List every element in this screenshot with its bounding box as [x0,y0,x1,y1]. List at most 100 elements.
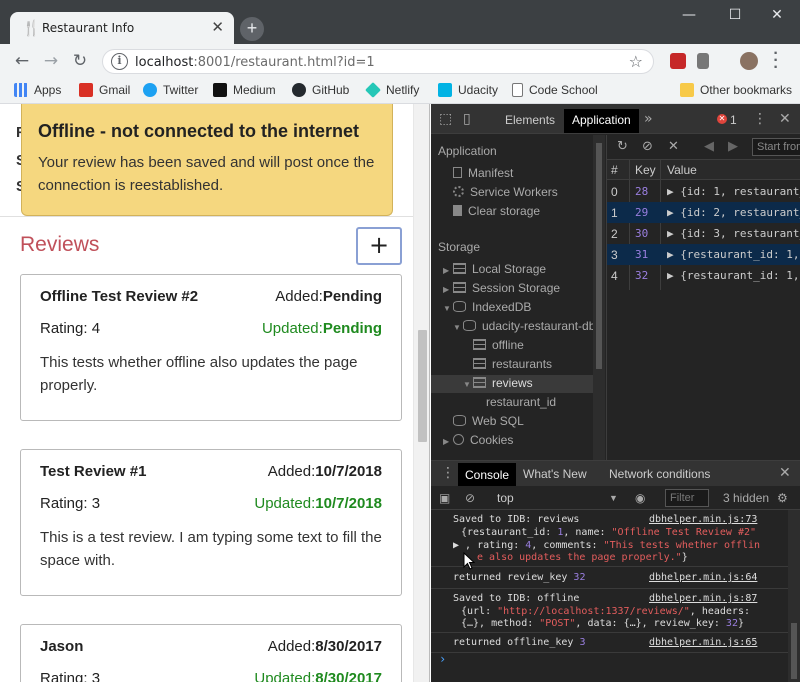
log-object-line[interactable]: {restaurant_id: 1, name: "Offline Test R… [461,527,756,538]
close-tab-icon[interactable]: ✕ [211,18,224,36]
log-message: returned review_key 32 [453,572,586,583]
bookmark-code-school[interactable]: Code School [512,83,598,97]
context-selector[interactable]: top [497,491,514,505]
log-source-link[interactable]: dbhelper.min.js:64 [649,572,757,583]
profile-avatar[interactable] [740,52,758,70]
sidebar-item-indexeddb[interactable]: ▼ IndexedDB [443,300,531,314]
bookmark-apps[interactable]: Apps [14,83,61,97]
log-entry: Saved to IDB: offline dbhelper.min.js:87… [431,589,788,633]
page-scrollbar[interactable] [413,104,429,682]
error-icon[interactable]: ✕ [717,114,727,124]
table-row[interactable]: 331▶ {restaurant_id: 1, name [607,244,800,265]
browser-tab[interactable]: 🍴 Restaurant Info ✕ [10,12,234,44]
review-name: Offline Test Review #2 [40,288,199,305]
sidebar-item-service-workers[interactable]: Service Workers [453,185,558,199]
maximize-button[interactable]: ☐ [712,4,758,28]
sidebar-item-store-restaurants[interactable]: restaurants [473,357,552,371]
log-source-link[interactable]: dbhelper.min.js:87 [649,593,757,604]
url-text: localhost:8001/restaurant.html?id=1 [135,55,375,70]
sidebar-item-clear-storage[interactable]: Clear storage [453,204,540,218]
bookmark-udacity[interactable]: Udacity [438,83,498,97]
reload-button[interactable]: ↻ [69,50,91,72]
bookmark-twitter[interactable]: Twitter [143,83,198,97]
sidebar-scrollbar[interactable] [593,135,605,460]
sidebar-item-local-storage[interactable]: ▶ Local Storage [443,262,546,276]
new-tab-button[interactable]: + [240,17,264,41]
add-review-button[interactable]: + [356,227,402,265]
reviews-heading: Reviews [20,233,100,256]
tab-elements[interactable]: Elements [505,113,555,127]
table-row[interactable]: 129▶ {id: 2, restaurant_id [607,202,800,223]
refresh-icon[interactable]: ↻ [617,139,628,154]
bookmark-gmail[interactable]: Gmail [79,83,130,97]
console-prompt[interactable]: › [439,652,446,666]
context-dropdown-icon[interactable]: ▼ [609,493,618,503]
column-header-index[interactable]: # [611,163,618,177]
bookmark-github[interactable]: GitHub [292,83,349,97]
hidden-count[interactable]: 3 hidden [723,491,769,505]
more-tabs-icon[interactable]: » [644,111,653,127]
tab-whats-new[interactable]: What's New [523,467,587,481]
ublock-extension-icon[interactable] [670,53,686,69]
sidebar-item-session-storage[interactable]: ▶ Session Storage [443,281,560,295]
sidebar-item-store-reviews[interactable]: ▼ reviews [431,375,593,393]
tab-application[interactable]: Application [564,109,639,133]
expand-arrow-icon[interactable]: ▶ [453,540,465,551]
sidebar-toggle-icon[interactable]: ▣ [439,491,450,505]
sidebar-item-db[interactable]: ▼ udacity-restaurant-db [453,319,595,333]
close-window-button[interactable]: ✕ [754,4,800,28]
sidebar-item-web-sql[interactable]: Web SQL [443,414,524,428]
extension-icon[interactable] [697,53,709,69]
drawer-menu-icon[interactable]: ⋮ [441,465,455,481]
sidebar-item-cookies[interactable]: ▶ Cookies [443,433,513,447]
bookmark-other[interactable]: Other bookmarks [680,83,792,97]
log-object-line[interactable]: ▶ , rating: 4, comments: "This tests whe… [453,540,760,551]
console-scrollbar[interactable] [788,510,800,682]
table-row[interactable]: 028▶ {id: 1, restaurant_id [607,181,800,202]
info-icon[interactable]: i [111,53,128,70]
forward-button[interactable]: → [40,50,62,72]
sidebar-item-manifest[interactable]: Manifest [453,166,513,180]
previous-page-icon[interactable]: ◀ [704,139,714,154]
back-button[interactable]: ← [11,50,33,72]
clear-console-icon[interactable]: ⊘ [465,491,475,505]
eye-icon[interactable]: ◉ [635,491,645,505]
tab-network-conditions[interactable]: Network conditions [609,467,710,481]
table-row[interactable]: 432▶ {restaurant_id: 1, name [607,265,800,286]
log-object-line[interactable]: {url: "http://localhost:1337/reviews/", … [461,606,750,617]
address-bar[interactable]: i localhost:8001/restaurant.html?id=1 ☆ [102,49,654,74]
sidebar-item-store-offline[interactable]: offline [473,338,524,352]
console-scrollbar-thumb[interactable] [791,623,797,679]
devtools-menu-icon[interactable]: ⋮ [753,111,767,127]
console-filter-input[interactable]: Filter [665,489,709,507]
clear-object-store-icon[interactable]: ⊘ [642,139,653,154]
log-source-link[interactable]: dbhelper.min.js:65 [649,637,757,648]
bookmark-star-icon[interactable]: ☆ [629,52,643,72]
error-count[interactable]: 1 [730,113,737,127]
minimize-button[interactable]: — [666,4,712,28]
drawer-tabbar: ⋮ Console What's New Network conditions … [431,460,800,487]
devtools-close-icon[interactable]: ✕ [779,111,791,127]
browser-menu-icon[interactable]: · · · [772,46,780,76]
console-settings-icon[interactable]: ⚙ [777,491,788,505]
restaurant-page: F S S Offline - not connected to the int… [0,104,430,682]
column-header-value[interactable]: Value [667,163,697,177]
device-toolbar-icon[interactable]: ▯ [463,111,471,127]
drawer-close-icon[interactable]: ✕ [779,465,791,481]
inspect-element-icon[interactable]: ⬚ [439,111,452,127]
page-scrollbar-thumb[interactable] [418,330,427,442]
table-row[interactable]: 230▶ {id: 3, restaurant_id [607,223,800,244]
offline-message: Your review has been saved and will post… [38,154,375,194]
sidebar-scrollbar-thumb[interactable] [596,143,602,369]
medium-icon [213,83,227,97]
log-source-link[interactable]: dbhelper.min.js:73 [649,514,757,525]
bookmark-netlify[interactable]: Netlify [365,82,419,98]
database-icon [453,301,466,312]
sidebar-item-index-restaurant-id[interactable]: restaurant_id [486,395,556,409]
column-header-key[interactable]: Key [635,163,656,177]
start-from-key-input[interactable]: Start from key [752,138,800,156]
delete-selected-icon[interactable]: ✕ [668,139,679,154]
next-page-icon[interactable]: ▶ [728,139,738,154]
bookmark-medium[interactable]: Medium [213,83,276,97]
tab-console[interactable]: Console [458,463,517,487]
